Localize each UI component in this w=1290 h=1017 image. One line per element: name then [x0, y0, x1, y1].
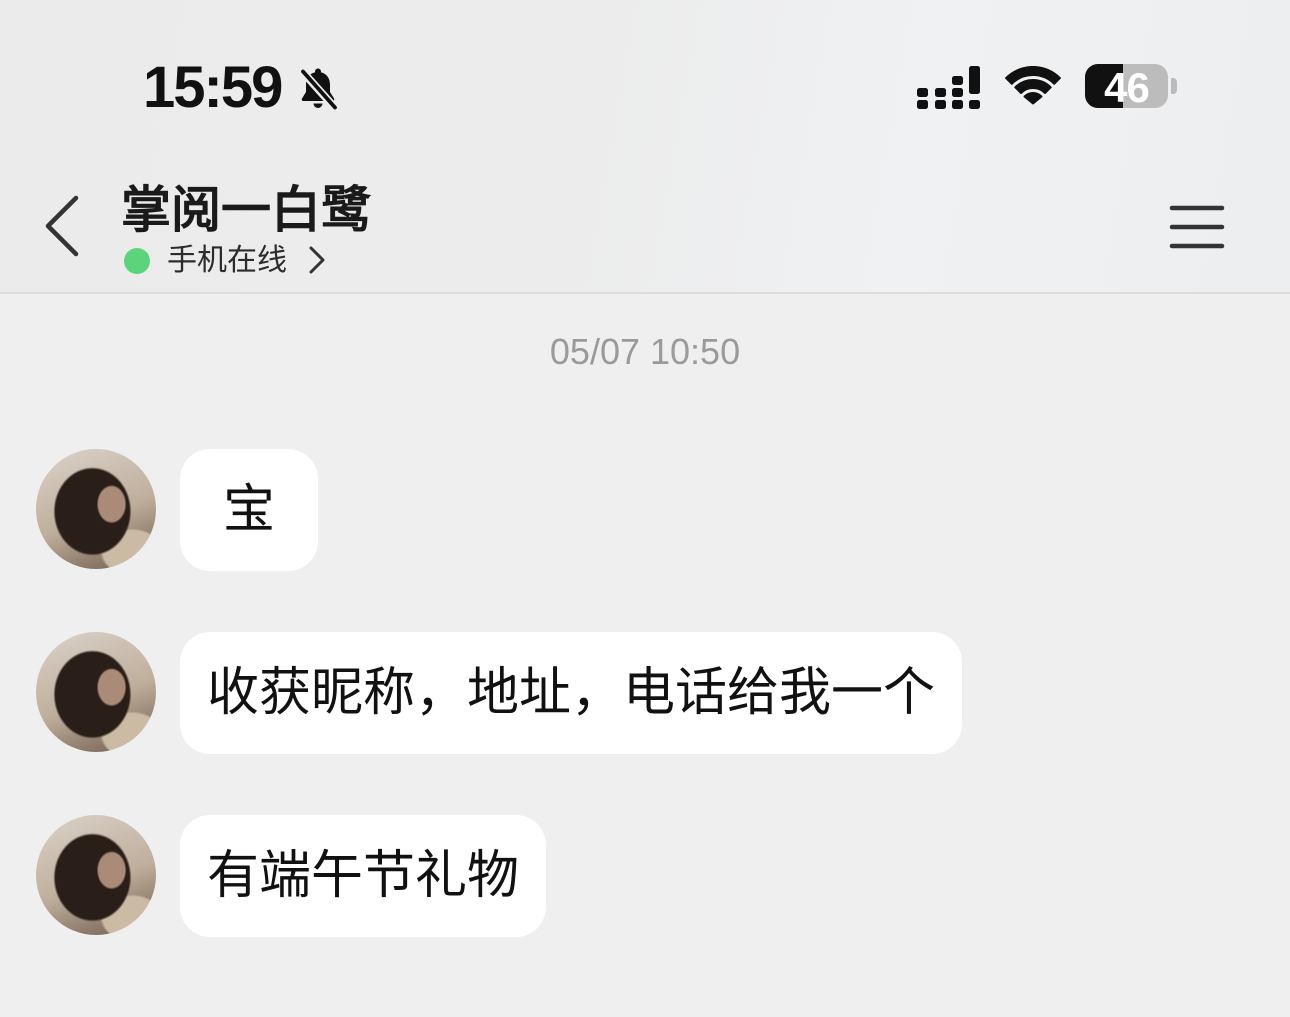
avatar[interactable]	[36, 632, 156, 752]
online-indicator-dot	[124, 248, 150, 274]
message-list: 宝 收获昵称，地址，电话给我一个 有端午节礼物	[36, 449, 1256, 998]
message-bubble[interactable]: 收获昵称，地址，电话给我一个	[180, 632, 963, 754]
chevron-right-icon	[309, 246, 325, 274]
avatar[interactable]	[36, 449, 156, 569]
message-row: 宝	[36, 449, 1256, 571]
back-chevron-stroke	[45, 195, 79, 257]
chevron-left-icon[interactable]	[44, 195, 80, 257]
status-chevron-stroke	[309, 246, 325, 274]
online-status-row[interactable]: 手机在线	[120, 240, 332, 284]
message-bubble[interactable]: 宝	[180, 449, 318, 571]
chat-header: 掌阅一白鹭 手机在线	[0, 0, 1290, 292]
online-status-label: 手机在线	[167, 244, 287, 277]
message-timestamp: 05/07 10:50	[549, 331, 741, 372]
message-row: 有端午节礼物	[36, 815, 1256, 937]
message-bubble[interactable]: 有端午节礼物	[180, 815, 547, 937]
contact-name-title: 掌阅一白鹭	[121, 182, 371, 238]
avatar[interactable]	[36, 815, 156, 935]
menu-icon[interactable]	[1168, 203, 1226, 251]
message-row: 收获昵称，地址，电话给我一个	[36, 632, 1256, 754]
header-divider	[0, 292, 1290, 294]
